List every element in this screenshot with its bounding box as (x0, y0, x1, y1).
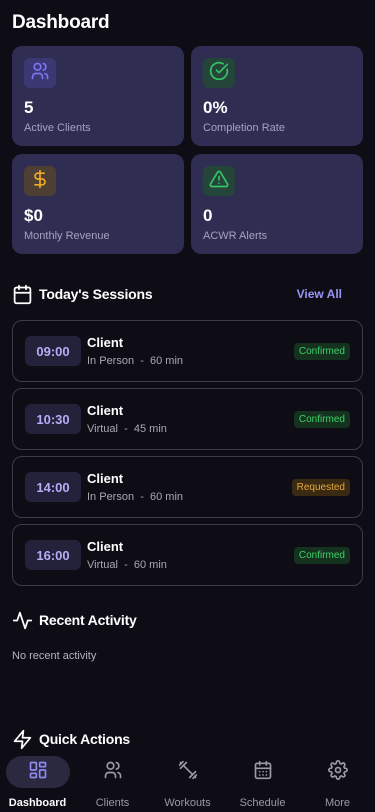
session-mode: In Person (87, 491, 135, 503)
stat-value: $0 (24, 206, 43, 225)
stat-label: Completion Rate (203, 122, 285, 134)
empty-activity-text: No recent activity (12, 650, 97, 662)
gear-icon (327, 759, 348, 785)
stat-icon-box (203, 166, 235, 196)
client-name: Client (87, 471, 124, 486)
quick-actions-header: Quick Actions (12, 728, 363, 750)
session-time: 09:00 (25, 336, 81, 366)
nav-item-clients[interactable]: Clients (75, 752, 150, 812)
session-info: Client Virtual - 45 min (87, 403, 167, 435)
nav-label: Workouts (164, 797, 211, 809)
client-name: Client (87, 539, 124, 554)
nav-item-schedule[interactable]: Schedule (225, 752, 300, 812)
session-mode: In Person (87, 355, 135, 367)
session-time: 10:30 (25, 404, 81, 434)
session-mode: Virtual (87, 559, 118, 571)
session-duration: 60 min (133, 559, 167, 571)
stat-card-active-clients[interactable]: 5 Active Clients (12, 46, 184, 146)
nav-item-dashboard[interactable]: Dashboard (0, 752, 75, 812)
activity-icon (12, 609, 34, 631)
section-title: Today's Sessions (39, 286, 153, 302)
nav-icon-wrap (81, 756, 145, 788)
nav-icon-wrap (5, 756, 70, 788)
nav-icon-wrap (306, 756, 370, 788)
client-name: Client (87, 403, 124, 418)
stat-card-monthly-revenue[interactable]: $0 Monthly Revenue (12, 154, 184, 254)
nav-label: Schedule (239, 797, 286, 809)
session-mode: Virtual (87, 423, 118, 435)
dollar-icon (30, 169, 50, 194)
stat-icon-box (203, 58, 235, 88)
nav-label: Clients (95, 797, 130, 809)
session-card[interactable]: 09:00 Client In Person - 60 min Confirme… (12, 320, 363, 382)
session-duration: 45 min (133, 423, 167, 435)
session-meta: Virtual - 60 min (87, 559, 167, 571)
session-meta: Virtual - 45 min (87, 423, 167, 435)
section-title: Recent Activity (39, 612, 137, 628)
bottom-nav: Dashboard Clients Workouts Schedule More (0, 752, 375, 812)
session-meta: In Person - 60 min (87, 355, 184, 367)
status-badge: Confirmed (293, 343, 350, 360)
stat-icon-box (24, 166, 56, 196)
section-title: Quick Actions (39, 731, 131, 747)
session-info: Client Virtual - 60 min (87, 539, 167, 571)
dumbbell-icon (178, 760, 198, 785)
activity-header: Recent Activity (12, 609, 363, 631)
stats-grid: 5 Active Clients 0% Completion Rate $0 M… (12, 46, 363, 254)
stat-label: Monthly Revenue (24, 230, 110, 242)
stat-value: 0 (203, 206, 213, 225)
stat-card-acwr-alerts[interactable]: 0 ACWR Alerts (191, 154, 363, 254)
nav-label: More (324, 797, 351, 809)
stat-value: 0% (203, 98, 228, 117)
status-badge: Confirmed (293, 411, 350, 428)
stat-value: 5 (24, 98, 34, 117)
check-circle-icon (209, 61, 229, 86)
status-badge: Confirmed (293, 547, 350, 564)
calendar-icon (12, 283, 34, 305)
session-time: 14:00 (25, 472, 81, 502)
zap-icon (12, 728, 34, 750)
session-time: 16:00 (25, 540, 81, 570)
users-icon (30, 61, 50, 86)
session-card[interactable]: 10:30 Client Virtual - 45 min Confirmed (12, 388, 363, 450)
stat-icon-box (24, 58, 56, 88)
page-title: Dashboard (12, 12, 110, 33)
users-icon (103, 760, 123, 785)
session-meta: In Person - 60 min (87, 491, 184, 503)
view-all-link[interactable]: View All (297, 287, 342, 301)
calendar-icon (253, 760, 273, 785)
nav-label: Dashboard (8, 797, 67, 809)
nav-item-more[interactable]: More (300, 752, 375, 812)
nav-icon-wrap (156, 756, 220, 788)
stat-card-completion-rate[interactable]: 0% Completion Rate (191, 46, 363, 146)
session-card[interactable]: 16:00 Client Virtual - 60 min Confirmed (12, 524, 363, 586)
alert-triangle-icon (209, 169, 229, 194)
session-info: Client In Person - 60 min (87, 471, 183, 503)
status-badge: Requested (291, 479, 350, 496)
session-duration: 60 min (149, 355, 184, 367)
stat-label: ACWR Alerts (203, 230, 268, 242)
nav-icon-wrap (231, 756, 295, 788)
stat-label: Active Clients (24, 122, 91, 134)
session-info: Client In Person - 60 min (87, 335, 183, 367)
client-name: Client (87, 335, 124, 350)
session-duration: 60 min (149, 491, 184, 503)
sessions-header: Today's Sessions View All (12, 283, 363, 305)
nav-item-workouts[interactable]: Workouts (150, 752, 225, 812)
grid-icon (28, 760, 48, 785)
session-card[interactable]: 14:00 Client In Person - 60 min Requeste… (12, 456, 363, 518)
sessions-list: 09:00 Client In Person - 60 min Confirme… (12, 320, 363, 592)
